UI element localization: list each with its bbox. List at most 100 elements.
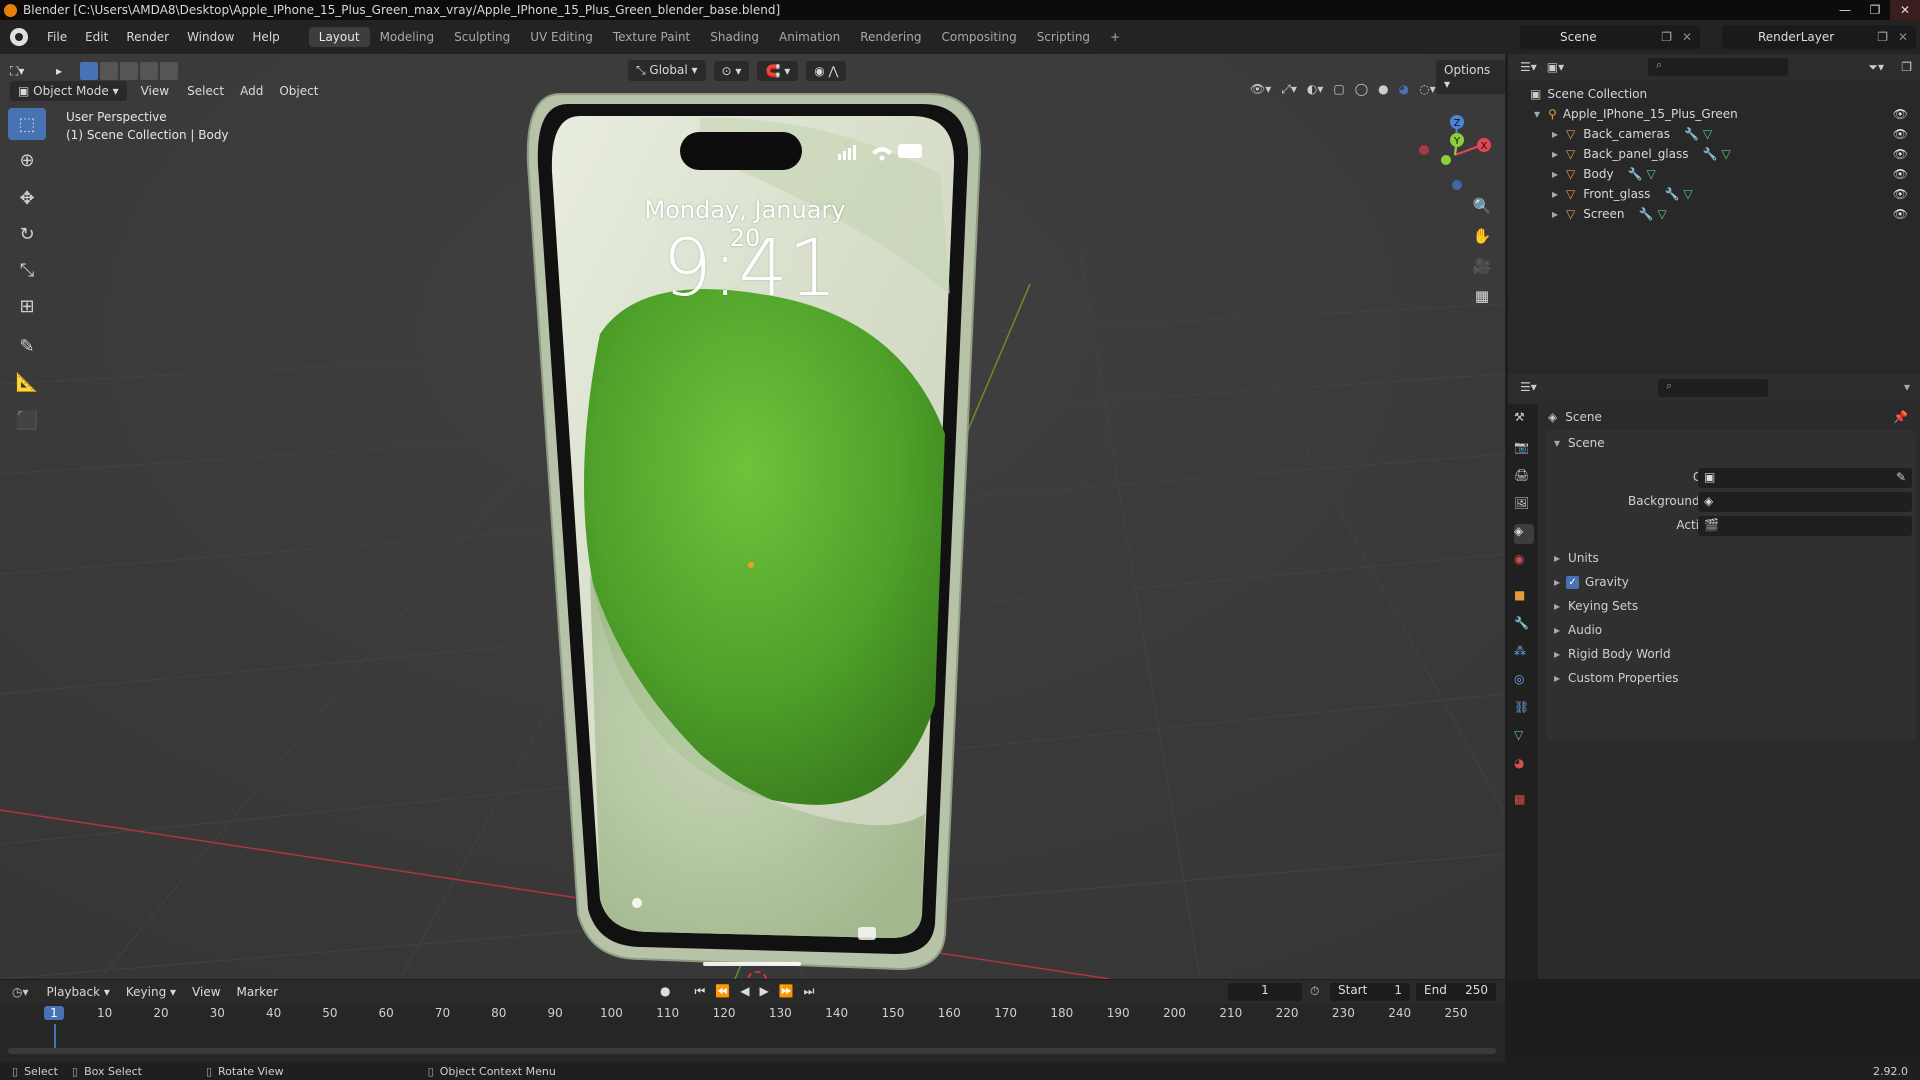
timeline-view-menu[interactable]: View [192, 985, 220, 999]
tool-annotate[interactable]: ✎ [8, 330, 46, 362]
outliner-editor-type-icon[interactable]: ☰▾ [1520, 60, 1537, 74]
rendered-shading-icon[interactable]: ◌▾ [1419, 82, 1436, 97]
tool-measure[interactable]: 📐 [8, 366, 46, 398]
visibility-filter-icon[interactable]: 👁▾ [1250, 82, 1271, 97]
custom-properties-section[interactable]: ▸ Custom Properties [1554, 668, 1916, 688]
properties-editor-type-icon[interactable]: ☰▾ [1520, 380, 1537, 394]
world-tab-icon[interactable]: ◉ [1514, 552, 1534, 572]
particles-tab-icon[interactable]: ⁂ [1514, 644, 1534, 664]
modifier-wrench-icon[interactable]: 🔧 [1703, 147, 1718, 161]
menu-window[interactable]: Window [178, 30, 243, 44]
active-clip-field[interactable]: 🎬 [1698, 516, 1912, 536]
scene-panel-header[interactable]: ▾ Scene [1554, 436, 1605, 450]
audio-section[interactable]: ▸ Audio [1554, 620, 1916, 640]
object-mode-dropdown[interactable]: ▣ Object Mode ▾ [10, 81, 127, 101]
tab-compositing[interactable]: Compositing [931, 27, 1026, 47]
viewport-menu-add[interactable]: Add [240, 84, 263, 98]
mesh-data-icon[interactable]: ▽ [1647, 167, 1656, 181]
modifier-tab-icon[interactable]: 🔧 [1514, 616, 1534, 636]
solid-shading-icon[interactable]: ● [1378, 82, 1388, 97]
prev-keyframe-icon[interactable]: ⏪ [715, 984, 730, 999]
jump-start-icon[interactable]: ⏮ [694, 984, 705, 999]
outliner-object-row[interactable]: ▸ ▽ Back_cameras 🔧 ▽ 👁 [1508, 124, 1920, 144]
viewport-menu-select[interactable]: Select [187, 84, 224, 98]
outliner-object-row[interactable]: ▸ ▽ Back_panel_glass 🔧 ▽ 👁 [1508, 144, 1920, 164]
remove-renderlayer-icon[interactable]: ✕ [1898, 30, 1908, 44]
tool-scale[interactable]: ⤡ [8, 254, 46, 286]
expand-chevron-icon[interactable]: ▸ [1552, 187, 1558, 201]
material-shading-icon[interactable]: ◕ [1399, 82, 1409, 97]
outliner-object-row[interactable]: ▸ ▽ Front_glass 🔧 ▽ 👁 [1508, 184, 1920, 204]
texture-tab-icon[interactable]: ▩ [1514, 792, 1534, 812]
marker-menu[interactable]: Marker [237, 985, 278, 999]
modifier-wrench-icon[interactable]: 🔧 [1639, 207, 1654, 221]
timeline-editor-type-icon[interactable]: ◷▾ [12, 985, 29, 999]
expand-chevron-icon[interactable]: ▸ [1552, 207, 1558, 221]
renderlayer-selector[interactable]: RenderLayer ❐ ✕ [1722, 25, 1916, 49]
tab-rendering[interactable]: Rendering [850, 27, 931, 47]
panel-collapse-chevron-icon[interactable]: ▾ [1554, 436, 1560, 450]
modifier-wrench-icon[interactable]: 🔧 [1664, 187, 1679, 201]
scene-selector[interactable]: Scene ❐ ✕ [1520, 25, 1700, 49]
mesh-data-icon[interactable]: ▽ [1703, 127, 1712, 141]
navigation-gizmo[interactable]: Z X Y [1410, 110, 1500, 200]
outliner-scene-collection[interactable]: ▣ Scene Collection [1508, 84, 1920, 104]
expand-chevron-icon[interactable]: ▸ [1554, 599, 1560, 613]
tab-shading[interactable]: Shading [700, 27, 769, 47]
next-keyframe-icon[interactable]: ⏩ [779, 984, 794, 999]
menu-help[interactable]: Help [243, 30, 288, 44]
keying-sets-section[interactable]: ▸ Keying Sets [1554, 596, 1916, 616]
visibility-eye-icon[interactable]: 👁 [1893, 127, 1908, 141]
render-tab-icon[interactable]: 📷 [1514, 440, 1534, 460]
visibility-eye-icon[interactable]: 👁 [1893, 167, 1908, 181]
tool-transform[interactable]: ⊞ [8, 290, 46, 322]
expand-chevron-icon[interactable]: ▸ [1554, 671, 1560, 685]
viewport-menu-view[interactable]: View [141, 84, 169, 98]
mesh-data-icon[interactable]: ▽ [1721, 147, 1730, 161]
close-button[interactable]: ✕ [1890, 0, 1920, 20]
preview-range-icon[interactable]: ⏱ [1310, 984, 1319, 999]
modifier-wrench-icon[interactable]: 🔧 [1684, 127, 1699, 141]
material-tab-icon[interactable]: ◕ [1514, 756, 1534, 776]
expand-chevron-icon[interactable]: ▸ [1554, 647, 1560, 661]
camera-field[interactable]: ▣ ✎ [1698, 468, 1912, 488]
pin-icon[interactable]: 📌 [1893, 410, 1908, 424]
pan-hand-icon[interactable]: ✋ [1468, 222, 1496, 250]
copy-renderlayer-icon[interactable]: ❐ [1877, 30, 1888, 44]
view-layer-tab-icon[interactable]: 🖼 [1514, 496, 1534, 516]
camera-view-icon[interactable]: 🎥 [1468, 252, 1496, 280]
properties-options-icon[interactable]: ▾ [1904, 380, 1910, 394]
visibility-eye-icon[interactable]: 👁 [1893, 147, 1908, 161]
visibility-eye-icon[interactable]: 👁 [1893, 107, 1908, 121]
3d-viewport[interactable]: Monday, January 20 9:41 ⛶▾ ▸ ⤡ Global ▾ … [0, 54, 1505, 979]
outliner-object-row[interactable]: ▸ ▽ Screen 🔧 ▽ 👁 [1508, 204, 1920, 224]
outliner-collection-row[interactable]: ▾ ⚲ Apple_IPhone_15_Plus_Green 👁 [1508, 104, 1920, 124]
add-workspace-button[interactable]: + [1100, 27, 1130, 47]
menu-render[interactable]: Render [117, 30, 178, 44]
start-frame-field[interactable]: Start 1 [1330, 983, 1410, 1001]
playback-menu[interactable]: Playback ▾ [39, 982, 118, 1002]
units-section[interactable]: ▸ Units [1554, 548, 1916, 568]
data-tab-icon[interactable]: ▽ [1514, 728, 1534, 748]
xray-toggle-icon[interactable]: ▢ [1333, 82, 1344, 97]
filter-icon[interactable]: ⏷▾ [1868, 60, 1884, 75]
gizmo-toggle-icon[interactable]: ⤢▾ [1281, 82, 1297, 97]
mesh-data-icon[interactable]: ▽ [1683, 187, 1692, 201]
constraints-tab-icon[interactable]: ⛓ [1514, 700, 1534, 720]
expand-chevron-icon[interactable]: ▸ [1552, 167, 1558, 181]
keying-menu[interactable]: Keying ▾ [118, 982, 184, 1002]
mesh-data-icon[interactable]: ▽ [1657, 207, 1666, 221]
current-frame-field[interactable]: 1 [1228, 983, 1302, 1001]
zoom-icon[interactable]: 🔍 [1468, 192, 1496, 220]
tab-layout[interactable]: Layout [308, 27, 370, 47]
tool-tab-icon[interactable]: ⚒ [1514, 410, 1534, 430]
timeline-scrollbar[interactable] [8, 1048, 1496, 1054]
expand-chevron-icon[interactable]: ▸ [1554, 551, 1560, 565]
tool-select-box[interactable]: ⬚ [8, 108, 46, 140]
minimize-button[interactable]: — [1830, 0, 1860, 20]
tab-scripting[interactable]: Scripting [1027, 27, 1100, 47]
menu-edit[interactable]: Edit [76, 30, 117, 44]
visibility-eye-icon[interactable]: 👁 [1893, 187, 1908, 201]
tool-add-cube[interactable]: ⬛ [8, 404, 46, 436]
scene-tab-icon[interactable]: ◈ [1514, 524, 1534, 544]
